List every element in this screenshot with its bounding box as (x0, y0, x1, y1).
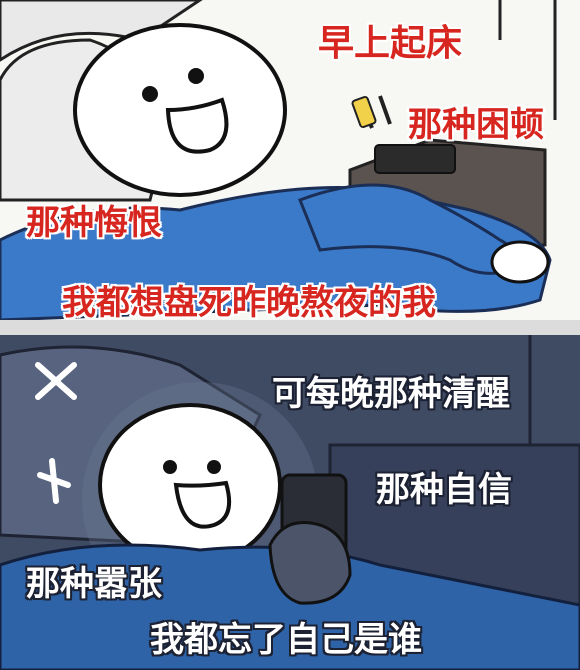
morning-panel: 早上起床 那种困顿 那种悔恨 我都想盘死昨晚熬夜的我 (0, 0, 580, 335)
caption-confidence: 那种自信 (376, 470, 512, 510)
night-panel: 可每晚那种清醒 那种自信 那种嚣张 我都忘了自己是谁 (0, 335, 580, 670)
caption-get-up-morning: 早上起床 (318, 23, 463, 64)
caption-forgot-who-i-am: 我都忘了自己是谁 (150, 620, 422, 660)
caption-want-to-kill-last-night-self: 我都想盘死昨晚熬夜的我 (62, 283, 436, 323)
caption-so-awake-every-night: 可每晚那种清醒 (272, 374, 510, 414)
caption-sleepy: 那种困顿 (408, 105, 544, 145)
caption-regret: 那种悔恨 (26, 203, 162, 243)
caption-arrogance: 那种嚣张 (26, 564, 162, 604)
meme-comic: 早上起床 那种困顿 那种悔恨 我都想盘死昨晚熬夜的我 可每晚那种清醒 那种自信 … (0, 0, 580, 670)
